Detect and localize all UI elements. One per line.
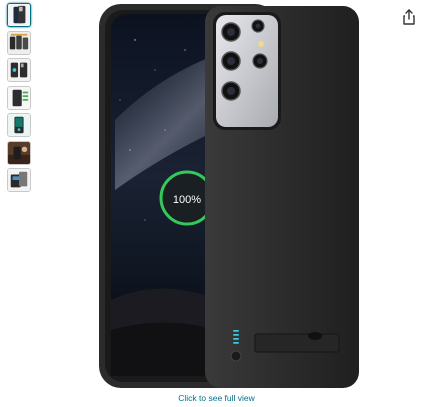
thumbnail-6[interactable] xyxy=(7,140,31,165)
flash-icon xyxy=(258,41,264,47)
thumbnail-strip xyxy=(7,3,33,196)
thumbnail-5[interactable] xyxy=(7,113,31,137)
charge-badge-label: 100% xyxy=(173,194,201,206)
thumbnail-3[interactable] xyxy=(7,58,31,82)
see-full-view-link[interactable]: Click to see full view xyxy=(0,393,433,403)
thumbnail-7[interactable] xyxy=(7,168,31,192)
share-icon[interactable] xyxy=(400,8,418,26)
thumbnail-2[interactable] xyxy=(7,30,31,55)
main-product-image[interactable]: 100% xyxy=(95,0,365,392)
power-button-icon xyxy=(230,350,242,362)
thumbnail-1[interactable] xyxy=(7,3,31,27)
kickstand xyxy=(254,333,340,353)
battery-case-illustration: 100% xyxy=(99,4,359,388)
thumbnail-4[interactable] xyxy=(7,85,31,110)
front-camera-icon xyxy=(184,19,190,25)
